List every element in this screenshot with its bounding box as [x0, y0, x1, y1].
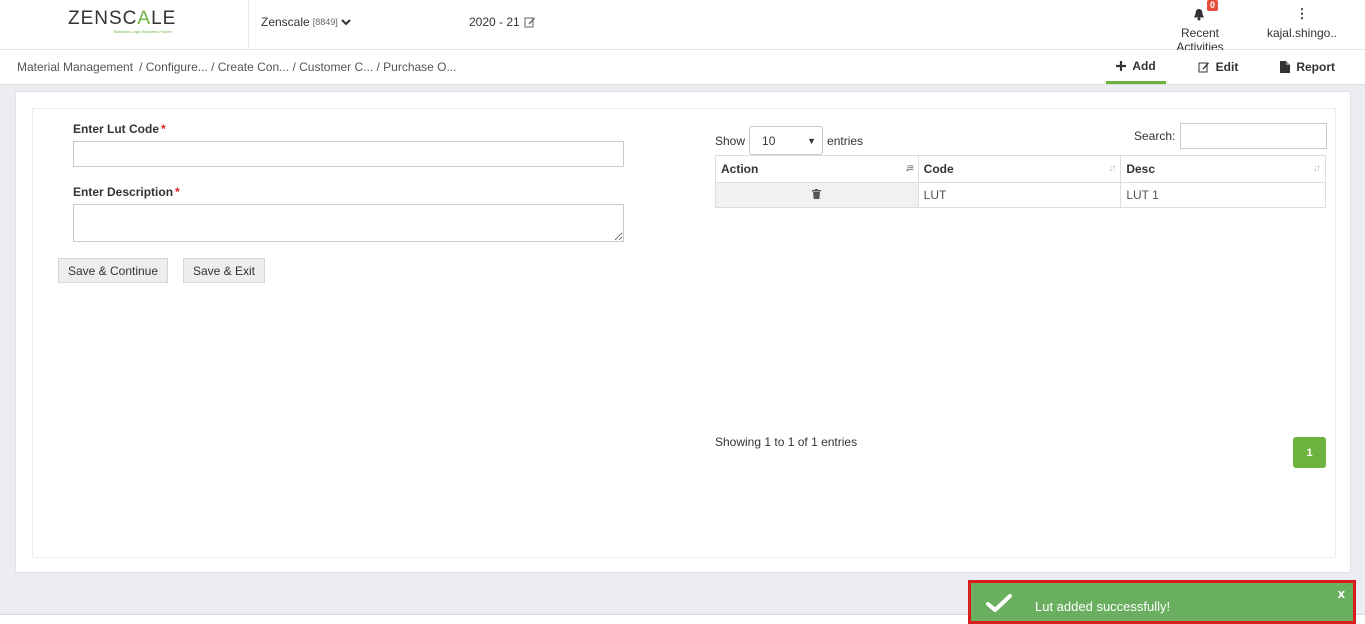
- content-panel: Enter Lut Code * Enter Description * Save …: [32, 108, 1336, 558]
- search-input[interactable]: [1180, 123, 1328, 149]
- pagination-page-1[interactable]: 1: [1293, 437, 1326, 468]
- breadcrumb-root[interactable]: Material Management: [17, 60, 133, 74]
- column-header-code[interactable]: Code ↓↑: [917, 155, 1122, 183]
- fiscal-year-selector[interactable]: 2020 - 21: [469, 15, 536, 29]
- success-toast: Lut added successfully! x: [968, 580, 1356, 624]
- company-selector[interactable]: Zenscale [8849]: [261, 15, 351, 29]
- show-label: Show: [715, 133, 746, 148]
- breadcrumb-bar: Material Management / Configure... / Crea…: [0, 50, 1365, 85]
- checkmark-icon: [986, 594, 1012, 612]
- notification-badge: 0: [1207, 0, 1219, 11]
- row-desc-cell: LUT 1: [1120, 182, 1326, 208]
- add-button[interactable]: Add: [1106, 50, 1166, 84]
- column-header-desc[interactable]: Desc ↓↑: [1120, 155, 1326, 183]
- table-search: Search:: [1134, 123, 1328, 149]
- description-input[interactable]: [73, 204, 624, 242]
- edit-icon: [1198, 62, 1209, 72]
- sort-icon: ↓↑: [1108, 163, 1116, 174]
- toast-close-button[interactable]: x: [1338, 586, 1345, 601]
- company-name: Zenscale: [261, 15, 310, 29]
- header-divider: [248, 0, 249, 50]
- breadcrumb: Material Management / Configure... / Crea…: [17, 60, 457, 74]
- table-row: LUT LUT 1: [715, 182, 1326, 208]
- save-exit-button[interactable]: Save & Exit: [183, 258, 265, 283]
- edit-button[interactable]: Edit: [1188, 50, 1249, 83]
- caret-down-icon: ▼: [807, 135, 817, 146]
- page-length-select[interactable]: 10 ▼: [749, 126, 824, 155]
- toast-message: Lut added successfully!: [1035, 599, 1171, 614]
- lut-code-label: Enter Lut Code *: [73, 122, 166, 136]
- table-info: Showing 1 to 1 of 1 entries: [715, 435, 858, 449]
- row-code-cell: LUT: [917, 182, 1122, 208]
- more-vertical-icon: ⋮: [1295, 6, 1309, 21]
- report-button[interactable]: Report: [1270, 50, 1345, 83]
- trash-icon[interactable]: [812, 189, 822, 199]
- breadcrumb-path[interactable]: / Configure... / Create Con... / Custome…: [139, 60, 456, 74]
- user-name: kajal.shingo..: [1266, 26, 1338, 40]
- page-length-control: Show 10 ▼ entries: [715, 126, 863, 155]
- search-label: Search:: [1134, 129, 1176, 143]
- page-actions: Add Edit Report: [1106, 50, 1345, 85]
- plus-icon: [1116, 60, 1127, 71]
- lut-code-input[interactable]: [73, 141, 624, 167]
- company-code: [8849]: [312, 17, 338, 27]
- zenscale-logo[interactable]: ZENSCALE Business Logic Business Forces: [68, 9, 180, 35]
- column-header-action[interactable]: Action ↓≡: [715, 155, 919, 183]
- fiscal-year: 2020 - 21: [469, 15, 520, 29]
- description-label: Enter Description *: [73, 185, 180, 199]
- table-header-row: Action ↓≡ Code ↓↑ Desc ↓↑: [715, 155, 1326, 183]
- lut-table: Action ↓≡ Code ↓↑ Desc ↓↑ LUT LUT 1: [715, 155, 1326, 208]
- main-card: Enter Lut Code * Enter Description * Save …: [15, 91, 1351, 573]
- sort-asc-icon: ↓≡: [904, 163, 914, 174]
- recent-activities-button[interactable]: 0 Recent Activities: [1157, 0, 1243, 54]
- sort-icon: ↓↑: [1313, 163, 1321, 174]
- top-header: ZENSCALE Business Logic Business Forces …: [0, 0, 1365, 54]
- bell-icon: [1194, 9, 1204, 21]
- user-menu[interactable]: ⋮ kajal.shingo..: [1262, 6, 1342, 40]
- save-continue-button[interactable]: Save & Continue: [58, 258, 168, 283]
- entries-label: entries: [827, 133, 864, 148]
- document-icon: [1280, 60, 1291, 73]
- chevron-down-icon: [341, 19, 351, 26]
- row-action-cell: [715, 182, 919, 208]
- edit-icon: [524, 17, 535, 28]
